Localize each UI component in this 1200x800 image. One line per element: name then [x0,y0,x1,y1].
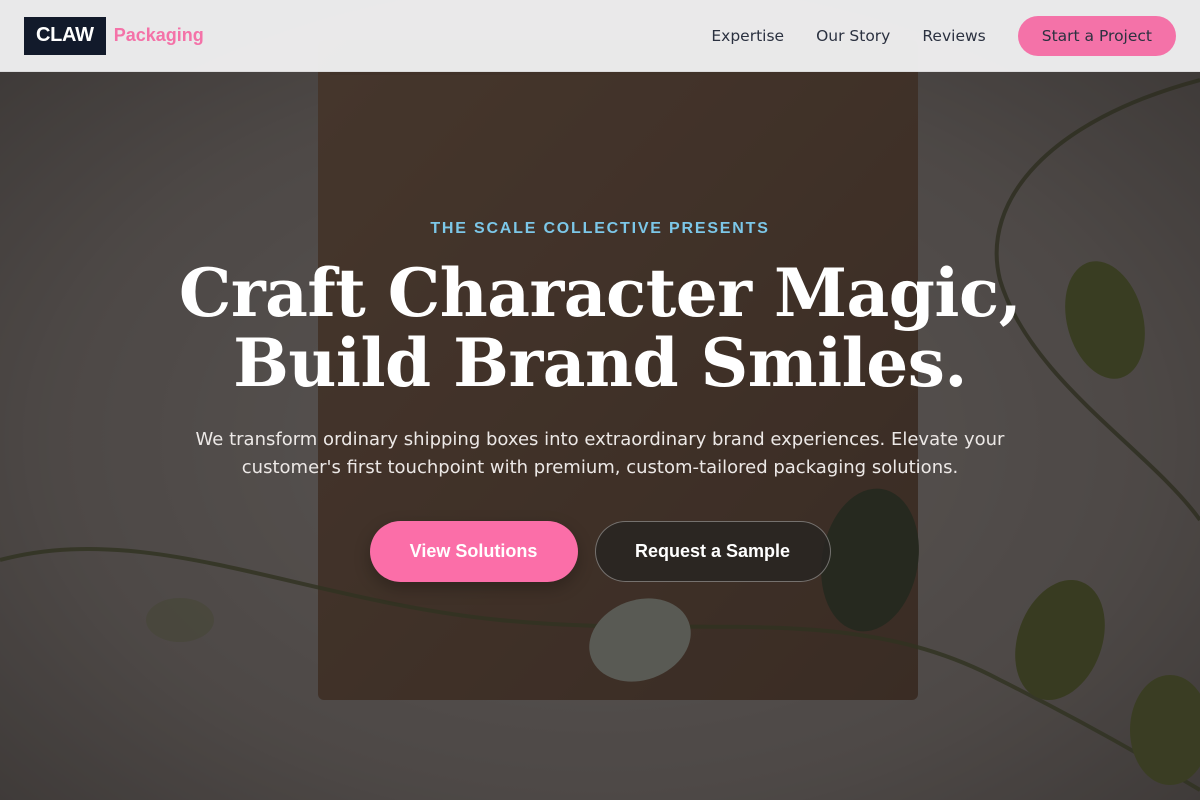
start-project-button[interactable]: Start a Project [1017,15,1176,56]
hero-headline-line-2: Build Brand Smiles. [233,324,967,402]
request-sample-button[interactable]: Request a Sample [594,521,831,582]
hero-section: THE SCALE COLLECTIVE PRESENTS Craft Char… [0,72,1200,800]
logo-text: Packaging [113,25,204,45]
hero-headline: Craft Character Magic, Build Brand Smile… [0,258,1200,398]
hero-eyebrow: THE SCALE COLLECTIVE PRESENTS [430,220,770,237]
logo-link[interactable]: CLAW Packaging [24,16,204,55]
hero-headline-line-1: Craft Character Magic, [178,254,1022,332]
hero-button-group: View Solutions Request a Sample [0,521,1200,582]
main-nav: Expertise Our Story Reviews Start a Proj… [711,15,1176,56]
nav-link-expertise[interactable]: Expertise [711,27,784,45]
view-solutions-button[interactable]: View Solutions [369,521,578,582]
nav-link-our-story[interactable]: Our Story [816,27,890,45]
hero-subtext: We transform ordinary shipping boxes int… [195,429,1005,478]
site-header: CLAW Packaging Expertise Our Story Revie… [0,0,1200,72]
nav-link-reviews[interactable]: Reviews [922,27,985,45]
logo-box: CLAW [24,16,106,55]
